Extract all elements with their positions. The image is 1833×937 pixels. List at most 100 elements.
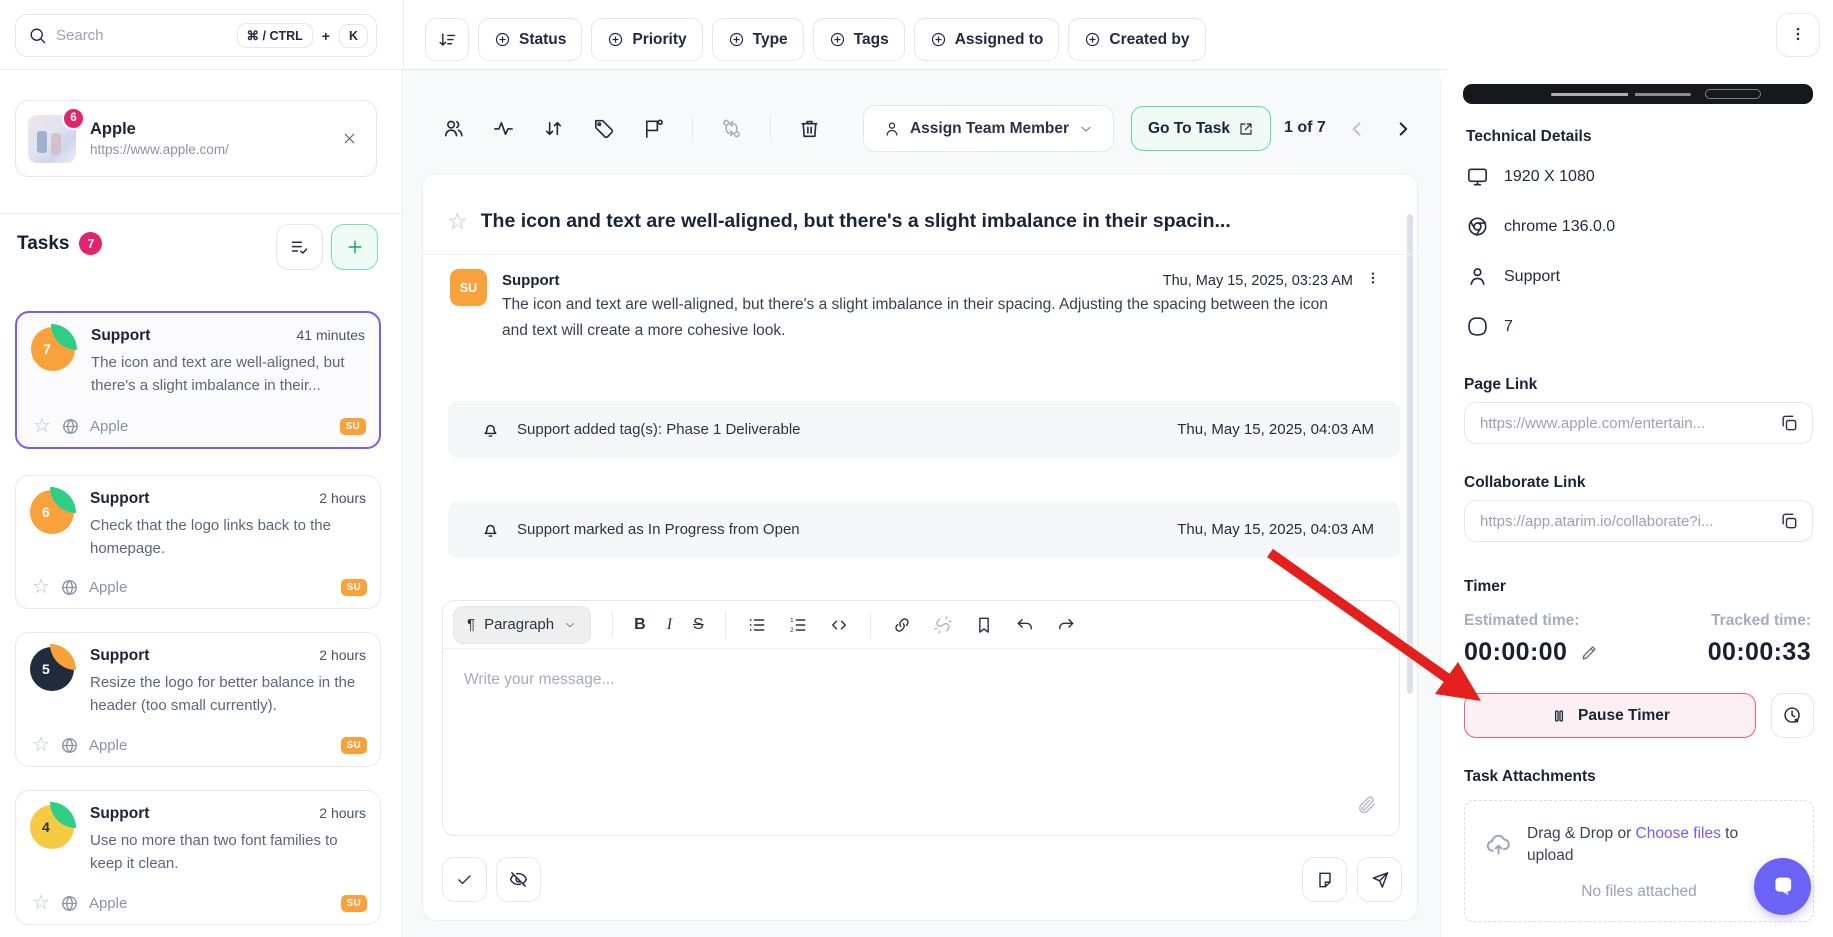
close-icon[interactable] — [341, 130, 358, 147]
filter-tags[interactable]: Tags — [813, 18, 905, 61]
activity-icon[interactable] — [492, 117, 515, 140]
screen-recording-bar[interactable] — [1463, 84, 1813, 104]
redo-button[interactable] — [1056, 615, 1076, 635]
svg-text:1: 1 — [790, 616, 794, 623]
chat-widget-button[interactable] — [1754, 858, 1811, 915]
activity-row: Support marked as In Progress from Open … — [448, 501, 1400, 558]
italic-button[interactable]: I — [667, 616, 672, 634]
copy-icon[interactable] — [1779, 511, 1799, 531]
copy-icon[interactable] — [1779, 413, 1799, 433]
filter-priority[interactable]: Priority — [591, 18, 702, 61]
time-log-button[interactable] — [1771, 693, 1814, 738]
send-button[interactable] — [1357, 857, 1402, 902]
unlink-button[interactable] — [933, 615, 953, 635]
task-list-view-button[interactable] — [276, 224, 323, 270]
cloud-upload-icon — [1485, 831, 1512, 858]
internal-note-visibility-button[interactable] — [496, 857, 541, 902]
undo-button[interactable] — [1015, 615, 1035, 635]
monitor-icon — [1466, 165, 1489, 188]
resolution-value: 1920 X 1080 — [1504, 168, 1595, 186]
external-link-icon — [1238, 121, 1254, 137]
globe-icon — [61, 417, 80, 436]
task-site-label: Apple — [89, 895, 127, 912]
star-icon[interactable]: ☆ — [32, 735, 50, 755]
search-box[interactable]: ⌘ / CTRL + K — [15, 14, 377, 57]
task-status-wedge — [50, 802, 76, 828]
activity-text: Support marked as In Progress from Open — [517, 521, 800, 538]
task-card-7[interactable]: 7 Support41 minutes The icon and text ar… — [15, 311, 381, 449]
star-icon[interactable]: ☆ — [33, 416, 51, 436]
pause-timer-button[interactable]: Pause Timer — [1464, 693, 1756, 738]
filter-status[interactable]: Status — [478, 18, 582, 61]
creator-row: Support — [1466, 265, 1560, 288]
filter-assigned-to[interactable]: Assigned to — [914, 18, 1060, 61]
message-editor: ¶ Paragraph B I S 12 — [442, 600, 1400, 836]
task-avatar: 7 — [31, 327, 75, 371]
comment-timestamp: Thu, May 15, 2025, 03:23 AM — [1163, 273, 1353, 289]
site-thumbnail: 6 — [28, 115, 76, 163]
chat-icon — [1769, 873, 1797, 901]
note-button[interactable] — [1302, 857, 1347, 902]
scrollbar-thumb[interactable] — [1407, 214, 1413, 694]
next-task-chevron[interactable] — [1392, 118, 1414, 140]
git-compare-icon[interactable] — [720, 117, 743, 140]
task-card-5[interactable]: 5 Support2 hours Resize the logo for bet… — [15, 632, 381, 767]
bullet-list-button[interactable] — [747, 615, 767, 635]
task-title: Support — [91, 327, 150, 345]
sort-updown-icon[interactable] — [542, 117, 565, 140]
tag-icon[interactable] — [592, 117, 615, 140]
star-icon[interactable]: ☆ — [32, 893, 50, 913]
filter-created-by[interactable]: Created by — [1068, 18, 1205, 61]
search-input[interactable] — [56, 27, 228, 44]
paragraph-style-select[interactable]: ¶ Paragraph — [453, 606, 591, 644]
task-status-wedge — [50, 487, 76, 513]
chevron-down-icon — [563, 618, 577, 632]
assign-team-member-select[interactable]: Assign Team Member — [863, 105, 1114, 152]
edit-pencil-icon[interactable] — [1580, 643, 1599, 662]
task-star-icon[interactable]: ☆ — [447, 210, 468, 233]
page-link-input[interactable] — [1480, 415, 1771, 432]
add-task-button[interactable] — [331, 224, 378, 270]
task-site-label: Apple — [89, 737, 127, 754]
paperclip-icon[interactable] — [1356, 794, 1377, 815]
bookmark-button[interactable] — [974, 615, 994, 635]
bold-button[interactable]: B — [634, 616, 646, 634]
resolve-button[interactable] — [442, 857, 487, 902]
sidebar-divider — [0, 213, 403, 214]
link-button[interactable] — [892, 615, 912, 635]
star-icon[interactable]: ☆ — [32, 577, 50, 597]
browser-row: chrome 136.0.0 — [1466, 215, 1615, 238]
site-card[interactable]: 6 Apple https://www.apple.com/ — [15, 100, 377, 177]
comment-author: Support — [502, 272, 560, 289]
assign-users-icon[interactable] — [442, 117, 465, 140]
task-card-4[interactable]: 4 Support2 hours Use no more than two fo… — [15, 790, 381, 925]
check-icon — [455, 870, 474, 889]
go-to-task-button[interactable]: Go To Task — [1131, 106, 1271, 151]
estimated-time-value: 00:00:00 — [1464, 638, 1567, 667]
ordered-list-button[interactable]: 12 — [788, 615, 808, 635]
choose-files-link[interactable]: Choose files — [1636, 825, 1721, 842]
collaborate-link-box — [1464, 500, 1813, 542]
message-input[interactable]: Write your message... — [443, 649, 1399, 835]
message-placeholder: Write your message... — [464, 671, 614, 689]
task-site-label: Apple — [89, 579, 127, 596]
page-link-heading: Page Link — [1464, 376, 1537, 394]
clock-arrow-icon — [1782, 705, 1803, 726]
sort-button[interactable] — [425, 18, 469, 61]
prev-task-chevron[interactable] — [1346, 118, 1368, 140]
pagination-label: 1 of 7 — [1284, 119, 1326, 137]
code-button[interactable] — [829, 615, 849, 635]
assignee-badge: SU — [341, 737, 368, 754]
task-description: The icon and text are well-aligned, but … — [91, 351, 365, 398]
strikethrough-button[interactable]: S — [693, 616, 704, 634]
comment-body: The icon and text are well-aligned, but … — [502, 292, 1347, 345]
filter-type[interactable]: Type — [712, 18, 804, 61]
delete-icon[interactable] — [798, 117, 821, 140]
task-card-6[interactable]: 6 Support2 hours Check that the logo lin… — [15, 475, 381, 609]
task-avatar: 4 — [30, 805, 74, 849]
collaborate-link-input[interactable] — [1480, 513, 1771, 530]
more-options-button[interactable] — [1776, 13, 1820, 57]
bell-icon — [480, 519, 501, 540]
comment-kebab-icon[interactable] — [1365, 270, 1381, 291]
comment-flag-icon[interactable] — [642, 117, 665, 140]
